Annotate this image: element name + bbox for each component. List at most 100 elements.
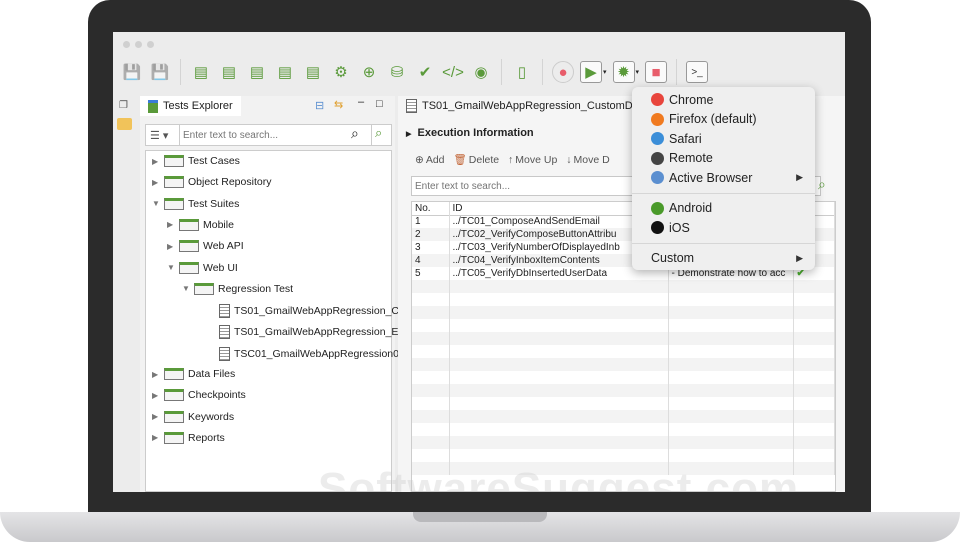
expanded-arrow-icon[interactable]: ▼: [167, 263, 175, 272]
new-test-case-button[interactable]: ▤: [218, 61, 240, 83]
collapsed-arrow-icon[interactable]: ▶: [152, 370, 160, 379]
save-icon: 💾: [122, 64, 142, 81]
empty-cell: [412, 384, 450, 397]
trash-icon: 🗑: [453, 154, 467, 166]
empty-cell: [668, 280, 794, 293]
menu-item-android[interactable]: Android: [632, 199, 815, 219]
settings-button[interactable]: ⚙: [330, 61, 352, 83]
minimized-view-icon[interactable]: [117, 118, 132, 130]
window-minimize-button[interactable]: [135, 41, 142, 48]
link-editor-icon[interactable]: ⇆: [334, 98, 343, 111]
new-test-suite-collection-icon: ▤: [277, 64, 293, 81]
search-icon[interactable]: ⌕: [347, 125, 371, 145]
advanced-search-icon[interactable]: ⌕: [371, 125, 391, 145]
tree-item[interactable]: ▼ Test Suites: [152, 197, 239, 210]
folder-icon: [179, 240, 199, 253]
empty-cell: [793, 384, 835, 397]
dropdown-caret-icon[interactable]: ▾: [636, 68, 640, 76]
window-close-button[interactable]: [123, 41, 130, 48]
new-test-suite-collection-button[interactable]: ▤: [274, 61, 296, 83]
save-all-button[interactable]: 💾: [149, 61, 171, 83]
advanced-search-icon[interactable]: ⌕: [818, 176, 826, 193]
spy-mobile-button[interactable]: ▯: [511, 61, 533, 83]
spy-object-button[interactable]: ⊕: [358, 61, 380, 83]
tree-item-label: Mobile: [203, 218, 234, 231]
empty-cell: [449, 423, 669, 436]
tree-item[interactable]: TSC01_GmailWebAppRegression0: [219, 346, 399, 361]
tree-item[interactable]: ▶ Web API: [167, 240, 244, 253]
menu-item-active[interactable]: Active Browser ▶: [632, 168, 815, 188]
minimize-icon[interactable]: ‒: [358, 96, 364, 108]
move-down-button[interactable]: ↓ Move D: [566, 154, 609, 166]
test-suite-icon: [406, 99, 417, 113]
tree-item[interactable]: ▶ Object Repository: [152, 176, 271, 189]
collapsed-arrow-icon[interactable]: ▶: [167, 220, 175, 229]
collapsed-arrow-icon[interactable]: ▶: [152, 433, 160, 442]
dropdown-caret-icon[interactable]: ▾: [603, 68, 607, 76]
empty-cell: [449, 319, 669, 332]
tree-item[interactable]: ▼ Regression Test: [182, 282, 293, 295]
tree-item[interactable]: TS01_GmailWebAppRegression_C: [219, 304, 399, 319]
checkpoint-button[interactable]: ✔: [414, 61, 436, 83]
tree-item[interactable]: ▶ Checkpoints: [152, 389, 246, 402]
collapsed-arrow-icon[interactable]: ▶: [152, 178, 160, 187]
menu-item-label: Remote: [669, 151, 713, 166]
tree-item[interactable]: ▶ Keywords: [152, 410, 234, 423]
menu-item-ios[interactable]: iOS: [632, 218, 815, 238]
maximize-icon[interactable]: □: [376, 98, 383, 110]
collapsed-arrow-icon[interactable]: ▶: [167, 242, 175, 251]
add-label: Add: [425, 154, 445, 166]
tree-item[interactable]: TS01_GmailWebAppRegression_E: [219, 325, 398, 340]
filter-dropdown[interactable]: ☰ ▾: [146, 125, 179, 145]
spy-web-button[interactable]: ◉: [470, 61, 492, 83]
empty-cell: [668, 449, 794, 462]
new-folder-button[interactable]: ▤: [190, 61, 212, 83]
test-data-button[interactable]: ⛁: [386, 61, 408, 83]
add-button[interactable]: ⊕ Add: [415, 154, 445, 166]
column-header[interactable]: No.: [412, 202, 450, 215]
collapsed-arrow-icon[interactable]: ▶: [152, 157, 160, 166]
terminal-button[interactable]: >_: [686, 61, 709, 83]
empty-row: [412, 449, 835, 462]
menu-item-chrome[interactable]: Chrome: [632, 90, 815, 110]
explorer-search-input[interactable]: [179, 125, 347, 145]
debug-button[interactable]: ✹: [612, 61, 635, 83]
move-up-button[interactable]: ↑ Move Up: [508, 154, 557, 166]
delete-button[interactable]: 🗑 Delete: [453, 153, 499, 167]
save-button[interactable]: 💾: [121, 61, 143, 83]
collapsed-arrow-icon[interactable]: ▶: [152, 391, 160, 400]
restore-icon[interactable]: ❐: [119, 100, 128, 111]
collapsed-arrow-icon[interactable]: ▶: [152, 412, 160, 421]
tab-test-suite[interactable]: TS01_GmailWebAppRegression_CustomDa: [398, 96, 647, 116]
menu-separator: [632, 242, 815, 244]
run-button[interactable]: ▶: [580, 61, 602, 83]
empty-cell: [412, 410, 450, 423]
expanded-arrow-icon[interactable]: ▼: [152, 199, 160, 208]
execution-information-header[interactable]: ▶ Execution Information: [406, 127, 534, 139]
test-suite-icon: [219, 304, 230, 319]
toolbar-separator: [676, 59, 678, 85]
menu-item-remote[interactable]: Remote: [632, 149, 815, 169]
tree-item[interactable]: ▶ Reports: [152, 431, 225, 444]
expanded-arrow-icon[interactable]: ▼: [182, 284, 190, 293]
save-all-icon: 💾: [150, 64, 170, 81]
record-button[interactable]: ●: [552, 61, 574, 83]
folder-icon: [164, 389, 184, 402]
cell-no: 3: [412, 241, 450, 254]
menu-item-firefox[interactable]: Firefox (default): [632, 110, 815, 130]
menu-item-safari[interactable]: Safari: [632, 129, 815, 149]
window-zoom-button[interactable]: [147, 41, 154, 48]
menu-item-custom[interactable]: Custom ▶: [632, 249, 815, 269]
empty-cell: [668, 410, 794, 423]
tree-item[interactable]: ▼ Web UI: [167, 261, 238, 274]
web-service-button[interactable]: </>: [442, 61, 464, 83]
new-report-button[interactable]: ▤: [302, 61, 324, 83]
new-test-suite-button[interactable]: ▤: [246, 61, 268, 83]
collapse-all-icon[interactable]: ⊟: [315, 99, 324, 112]
tree-item[interactable]: ▶ Data Files: [152, 368, 235, 380]
stop-button[interactable]: ■: [645, 61, 668, 83]
tab-tests-explorer[interactable]: Tests Explorer: [140, 96, 241, 116]
tree-item[interactable]: ▶ Test Cases: [152, 155, 240, 167]
new-test-suite-icon: ▤: [249, 64, 265, 81]
tree-item[interactable]: ▶ Mobile: [167, 218, 234, 231]
